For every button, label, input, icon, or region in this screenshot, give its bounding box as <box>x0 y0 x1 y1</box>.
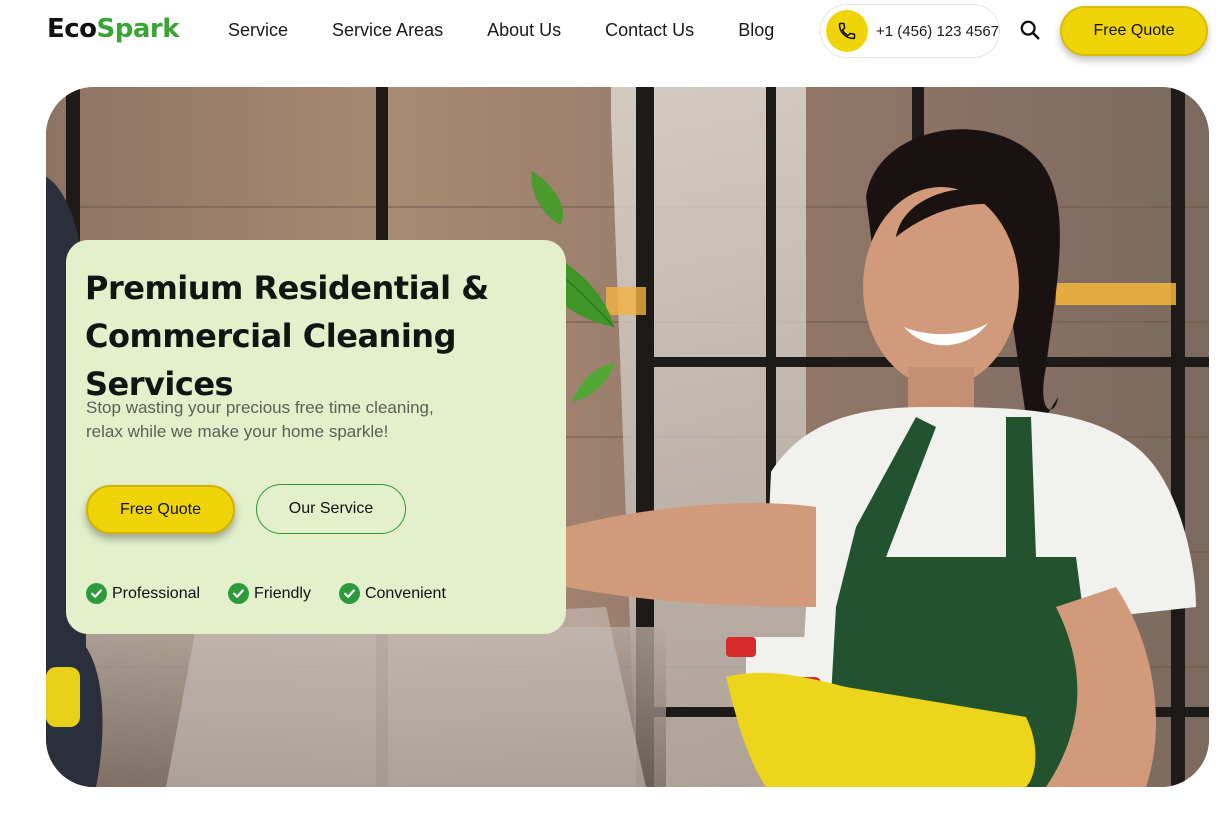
feature-label: Professional <box>112 584 201 602</box>
feature-list: Professional Friendly Convenient <box>86 583 474 604</box>
phone-icon <box>826 10 868 52</box>
hero-title-line1: Premium Residential & <box>85 269 489 307</box>
header-free-quote-button[interactable]: Free Quote <box>1060 6 1208 56</box>
nav-service[interactable]: Service <box>228 20 288 41</box>
search-icon[interactable] <box>1018 18 1042 42</box>
hero-title-line2: Commercial Cleaning Services <box>85 317 456 403</box>
hero-subtitle-line2: relax while we make your home sparkle! <box>86 422 389 441</box>
feature-label: Friendly <box>254 584 311 602</box>
nav-about-us[interactable]: About Us <box>487 20 561 41</box>
hero-subtitle-line1: Stop wasting your precious free time cle… <box>86 398 434 417</box>
hero-free-quote-button[interactable]: Free Quote <box>86 485 235 534</box>
logo-eco: Eco <box>47 14 97 44</box>
feature-friendly: Friendly <box>228 583 311 604</box>
logo[interactable]: EcoSpark <box>47 14 180 44</box>
nav-contact-us[interactable]: Contact Us <box>605 20 694 41</box>
hero-subtitle: Stop wasting your precious free time cle… <box>86 396 486 444</box>
check-icon <box>338 583 360 604</box>
hero-title: Premium Residential & Commercial Cleanin… <box>85 264 555 408</box>
logo-spark: Spark <box>96 14 180 44</box>
nav-service-areas[interactable]: Service Areas <box>332 20 443 41</box>
check-icon <box>86 583 107 604</box>
feature-label: Convenient <box>364 584 446 602</box>
hero-card: Premium Residential & Commercial Cleanin… <box>66 240 566 634</box>
phone-contact[interactable]: +1 (456) 123 4567 <box>820 4 1000 58</box>
main-nav: Service Service Areas About Us Contact U… <box>228 20 774 41</box>
site-header: EcoSpark Service Service Areas About Us … <box>0 0 1229 64</box>
check-icon <box>228 583 250 604</box>
feature-professional: Professional <box>86 583 200 604</box>
phone-number: +1 (456) 123 4567 <box>876 23 1000 40</box>
feature-convenient: Convenient <box>338 583 446 604</box>
nav-blog[interactable]: Blog <box>738 20 774 41</box>
our-service-button[interactable]: Our Service <box>256 484 406 534</box>
